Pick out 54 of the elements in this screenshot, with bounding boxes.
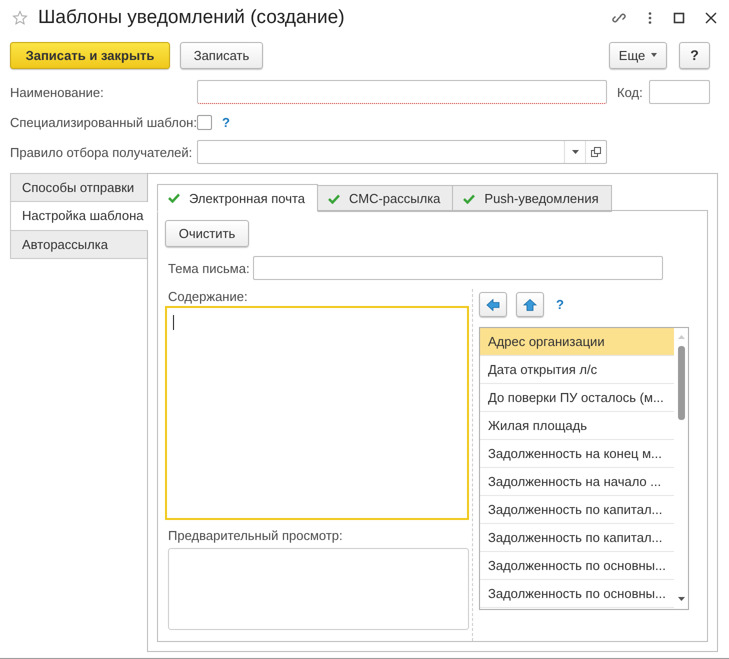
subject-field[interactable] [252, 256, 663, 280]
field-label: Предварительный просмотр: [167, 528, 344, 545]
more-icon[interactable] [647, 10, 653, 26]
text-cursor [173, 315, 174, 330]
close-icon[interactable] [705, 12, 717, 24]
list-item[interactable]: Задолженность на начало ... [480, 468, 674, 496]
list-item[interactable]: Жилая площадь [480, 412, 674, 440]
check-icon [168, 193, 180, 203]
side-tab[interactable]: Настройка шаблона [10, 202, 148, 231]
list-item[interactable]: Задолженность по основны... [480, 552, 674, 580]
channel-tab[interactable]: Электронная почта [157, 184, 318, 212]
list-item[interactable]: Адрес организации [480, 328, 674, 356]
save-button[interactable]: Записать [180, 42, 263, 68]
list-item[interactable]: Задолженность по капитал... [480, 524, 674, 552]
clear-button[interactable]: Очистить [165, 220, 249, 247]
field-label: Тема письма: [168, 260, 250, 276]
field-label: Специализированный шаблон: [10, 114, 197, 130]
up-button[interactable] [516, 292, 544, 317]
field-label: Содержание: [167, 289, 249, 306]
content-field[interactable] [165, 306, 469, 520]
field-label: Правило отбора получателей: [10, 144, 194, 160]
scroll-down-icon [678, 597, 684, 601]
side-tab[interactable]: Способы отправки [10, 173, 147, 202]
list-item[interactable]: До поверки ПУ осталось (м... [480, 384, 674, 412]
channel-tab[interactable]: Push-уведомления [453, 185, 612, 212]
up-arrow-icon [523, 298, 537, 310]
check-icon [328, 194, 340, 204]
open-icon [591, 147, 601, 157]
scroll-up-icon [678, 335, 684, 339]
list-item[interactable]: Задолженность по капитал... [480, 496, 674, 524]
save-and-close-button[interactable]: Записать и закрыть [10, 42, 170, 68]
check-icon [463, 194, 476, 204]
caret-icon [572, 150, 578, 154]
checkbox[interactable] [197, 114, 212, 130]
window-title: Шаблоны уведомлений (создание) [38, 7, 346, 29]
maximize-icon[interactable] [673, 12, 685, 24]
help-link[interactable]: ? [222, 114, 230, 130]
list-item[interactable]: Дата открытия л/с [480, 356, 674, 384]
help-link[interactable]: ? [556, 297, 564, 312]
list-item[interactable]: Задолженность на конец м... [480, 440, 674, 468]
left-arrow-icon [486, 298, 500, 310]
help-button[interactable]: ? [679, 42, 710, 68]
field-label: Код: [617, 84, 644, 100]
side-tab[interactable]: Авторассылка [10, 231, 147, 259]
recipient-rule-field[interactable] [197, 140, 607, 164]
caret-icon [651, 53, 658, 57]
more-button[interactable]: Еще [609, 42, 667, 68]
insert-button[interactable] [479, 292, 507, 317]
channel-tab[interactable]: СМС-рассылка [318, 185, 454, 212]
star-icon[interactable] [12, 10, 28, 26]
name-field[interactable] [197, 80, 607, 104]
code-field[interactable] [649, 80, 710, 104]
field-label: Наименование: [10, 84, 105, 100]
list-item[interactable]: Задолженность по основны... [480, 580, 674, 608]
